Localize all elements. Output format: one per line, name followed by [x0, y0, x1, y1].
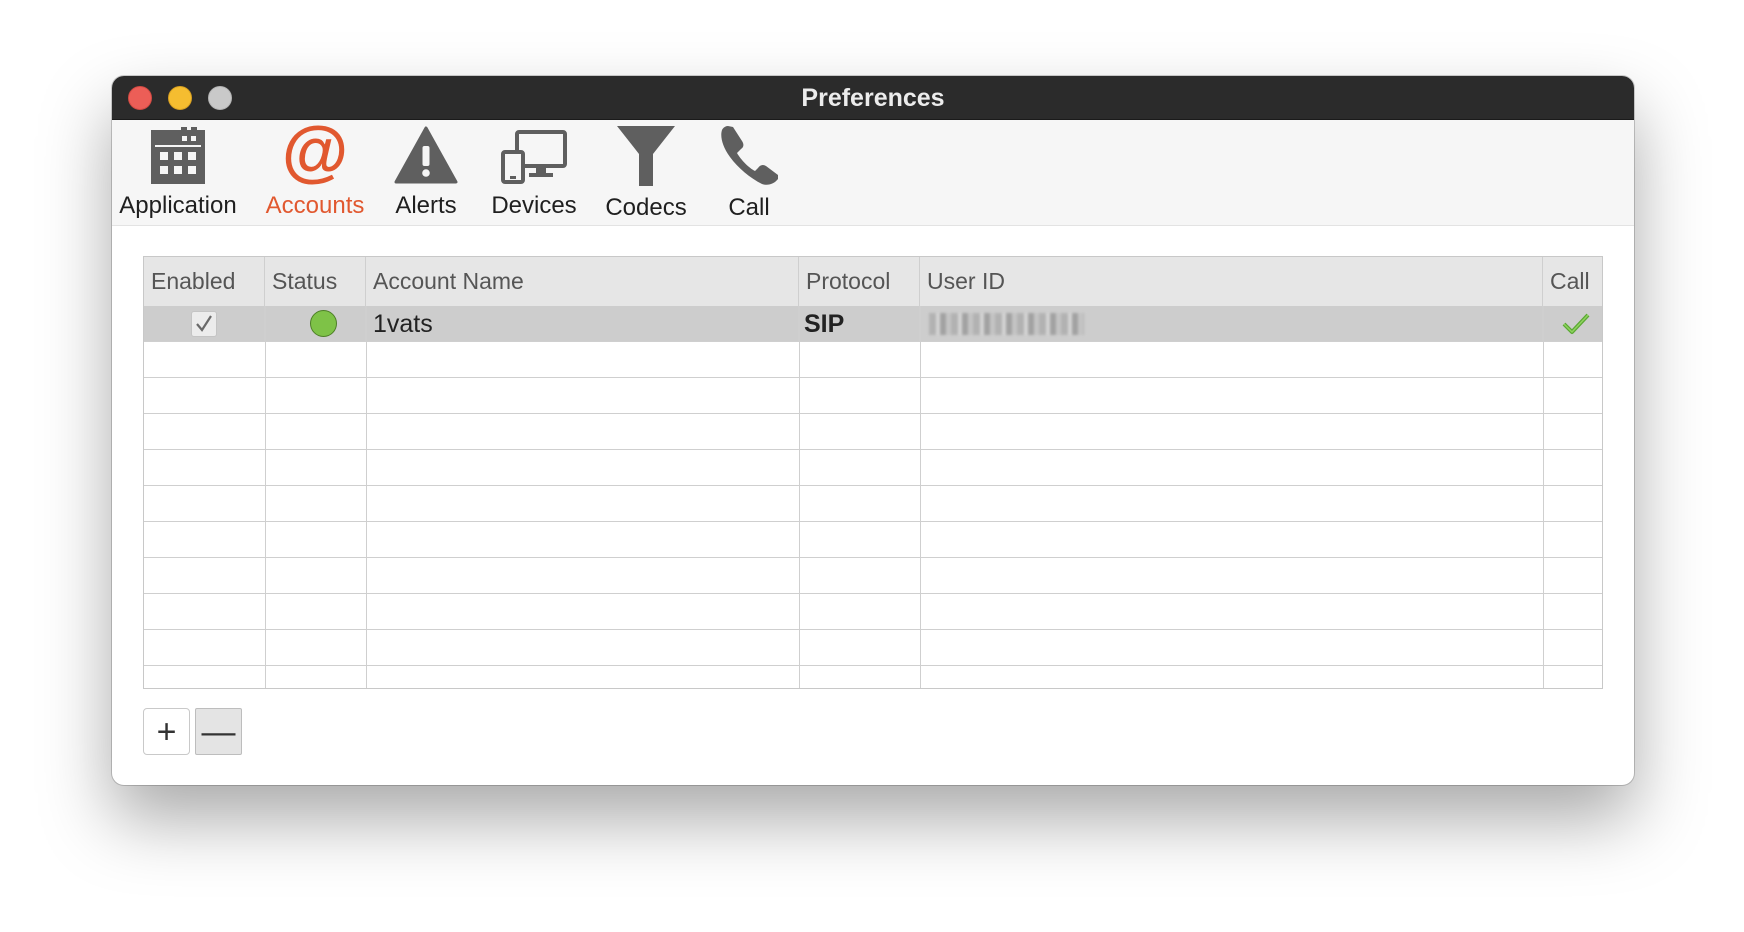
status-online-indicator — [310, 310, 337, 337]
tab-devices[interactable]: Devices — [484, 120, 584, 225]
table-row-empty[interactable] — [144, 630, 1602, 666]
svg-text:@: @ — [282, 124, 348, 186]
table-row[interactable]: 1vats SIP — [144, 306, 1602, 342]
redacted-user-id — [929, 313, 1084, 335]
table-row-empty[interactable] — [144, 450, 1602, 486]
at-sign-icon: @ — [282, 124, 348, 186]
title-bar[interactable]: Preferences — [112, 76, 1634, 120]
table-header: Enabled Status Account Name Protocol Use… — [144, 257, 1602, 307]
phone-icon — [721, 126, 778, 185]
tab-devices-label: Devices — [491, 192, 577, 219]
status-cell — [265, 306, 366, 341]
table-row-empty[interactable] — [144, 342, 1602, 378]
account-name-cell: 1vats — [366, 306, 799, 341]
tab-accounts-label: Accounts — [265, 192, 365, 219]
tab-application[interactable]: Application — [119, 120, 237, 225]
accounts-table: Enabled Status Account Name Protocol Use… — [143, 256, 1603, 689]
table-row-empty[interactable] — [144, 414, 1602, 450]
column-header-status[interactable]: Status — [265, 257, 366, 306]
protocol-cell: SIP — [799, 306, 920, 341]
add-account-button[interactable]: + — [143, 708, 190, 755]
tab-call[interactable]: Call — [708, 120, 790, 225]
column-header-protocol[interactable]: Protocol — [799, 257, 920, 306]
column-header-account-name[interactable]: Account Name — [366, 257, 799, 306]
remove-account-button[interactable]: — — [195, 708, 242, 755]
preferences-toolbar: Application @ Accounts Alerts Devices Co… — [112, 120, 1634, 226]
devices-icon — [501, 130, 567, 184]
table-row-empty[interactable] — [144, 486, 1602, 522]
table-row-empty[interactable] — [144, 594, 1602, 630]
tab-application-label: Application — [119, 192, 237, 219]
funnel-icon — [617, 126, 675, 186]
table-row-empty[interactable] — [144, 378, 1602, 414]
column-header-call[interactable]: Call — [1543, 257, 1602, 306]
tab-codecs-label: Codecs — [605, 194, 687, 221]
call-cell — [1543, 306, 1602, 341]
call-checkmark-icon — [1562, 313, 1590, 334]
tab-accounts[interactable]: @ Accounts — [260, 120, 370, 225]
enabled-cell — [144, 306, 265, 341]
checkmark-icon — [196, 315, 212, 332]
preferences-window: Preferences Application @ Accounts Alert… — [112, 76, 1634, 785]
table-row-empty[interactable] — [144, 522, 1602, 558]
column-header-user-id[interactable]: User ID — [920, 257, 1543, 306]
tab-alerts[interactable]: Alerts — [384, 120, 468, 225]
table-row-empty[interactable] — [144, 666, 1602, 688]
calendar-grid-icon — [151, 127, 205, 184]
window-title: Preferences — [801, 84, 945, 112]
tab-alerts-label: Alerts — [395, 192, 457, 219]
tab-call-label: Call — [728, 194, 770, 221]
warning-triangle-icon — [394, 126, 458, 184]
tab-codecs[interactable]: Codecs — [598, 120, 694, 225]
table-row-empty[interactable] — [144, 558, 1602, 594]
enabled-checkbox[interactable] — [191, 311, 217, 337]
user-id-cell — [920, 306, 1543, 341]
column-header-enabled[interactable]: Enabled — [144, 257, 265, 306]
